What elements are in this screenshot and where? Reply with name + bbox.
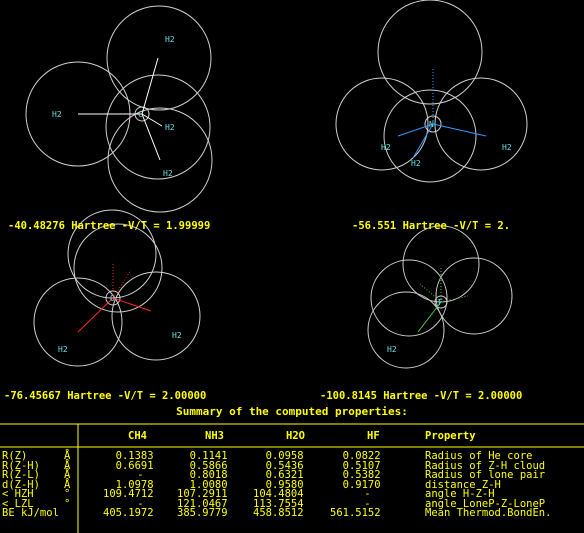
h2o-ligand-label: H2	[172, 331, 182, 340]
row-unit: °	[64, 497, 71, 510]
molecule-viewer: { "panels": [ {"id":"ch4","energy":"-40.…	[0, 0, 584, 533]
ch4-ligand-label: H2	[165, 123, 175, 132]
hf-lone-pair-cloud	[402, 225, 480, 303]
ch4-ligand-label: H2	[52, 110, 62, 119]
nh3-h-cloud-right	[434, 77, 528, 171]
h2o-center-label: O	[110, 294, 115, 303]
ch4-h-cloud-top	[106, 5, 212, 111]
header-property: Property	[425, 430, 476, 442]
summary-title: Summary of the computed properties:	[176, 405, 408, 418]
hf-energy: -100.8145 Hartree -V/T = 2.00000	[320, 390, 523, 402]
hf-h-cloud	[367, 291, 445, 369]
header-hf: HF	[367, 430, 380, 442]
nh3-energy: -56.551 Hartree -V/T = 2.	[352, 220, 511, 232]
ch4-energy: -40.48276 Hartree -V/T = 1.99999	[8, 220, 211, 232]
ch4-ligand-label: H2	[165, 35, 175, 44]
h2o-h-cloud-right	[111, 271, 201, 361]
row-label: BE kJ/mol	[2, 507, 59, 519]
row-value: 385.9779	[177, 507, 228, 519]
header-nh3: NH3	[205, 430, 224, 442]
h2o-lone-pair-cloud	[73, 223, 163, 313]
hf-center-label: F	[438, 298, 443, 307]
header-h2o: H2O	[286, 430, 305, 442]
nh3-ligand-label: H2	[411, 159, 421, 168]
h2o-panel	[33, 209, 201, 367]
ch4-panel	[25, 5, 213, 213]
ch4-ligand-label: H2	[163, 169, 173, 178]
row-property: Mean Thermod.BondEn.	[425, 507, 552, 519]
header-ch4: CH4	[128, 430, 147, 442]
h2o-ligand-label: H2	[58, 345, 68, 354]
ch4-center-label: C	[138, 110, 143, 119]
nh3-ligand-label: H2	[381, 143, 391, 152]
ch4-h-cloud-right	[105, 74, 211, 180]
nh3-panel	[335, 0, 528, 183]
nh3-lone-pair-cloud	[377, 0, 483, 105]
row-value: 458.8512	[253, 507, 304, 519]
row-value: 405.1972	[103, 507, 154, 519]
row-value: 561.5152	[330, 507, 381, 519]
nh3-center-label: N	[429, 120, 434, 129]
h2o-h-cloud-left	[33, 277, 123, 367]
hf-ligand-label: H2	[387, 345, 397, 354]
nh3-ligand-label: H2	[502, 143, 512, 152]
h2o-energy: -76.45667 Hartree -V/T = 2.00000	[4, 390, 207, 402]
